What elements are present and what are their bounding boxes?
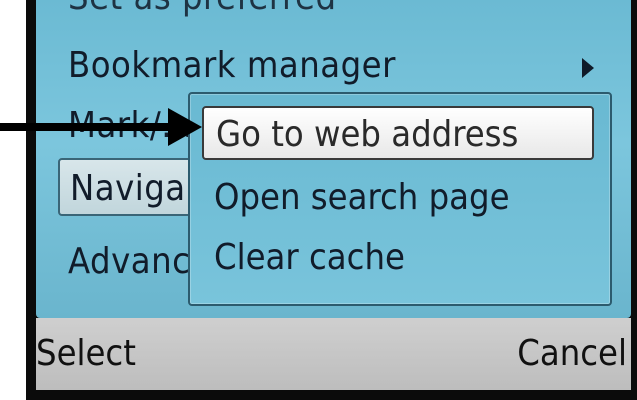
- pointer-arrow-shaft: [0, 123, 170, 131]
- softkey-bar: Select Cancel: [36, 318, 631, 390]
- menu-item-bookmark-manager[interactable]: Bookmark manager: [68, 44, 396, 88]
- navigate-submenu: Go to web address Open search page Clear…: [188, 92, 612, 306]
- submenu-item-open-search-page[interactable]: Open search page: [214, 174, 510, 222]
- submenu-arrow-icon: [582, 58, 594, 78]
- cancel-softkey[interactable]: Cancel: [517, 330, 627, 378]
- menu-item-navigate-selected[interactable]: Naviga: [58, 158, 208, 216]
- menu-item-set-as-preferred[interactable]: Set as preferred: [68, 0, 337, 20]
- pointer-arrow-icon: [168, 108, 202, 146]
- phone-screen: Set as preferred Bookmark manager Mark/.…: [26, 0, 637, 400]
- submenu-item-go-to-web-address[interactable]: Go to web address: [202, 106, 594, 160]
- menu-item-advanced[interactable]: Advanc: [68, 240, 190, 284]
- select-softkey[interactable]: Select: [36, 330, 136, 378]
- submenu-item-clear-cache[interactable]: Clear cache: [214, 234, 405, 282]
- browser-options-menu: Set as preferred Bookmark manager Mark/.…: [36, 0, 631, 318]
